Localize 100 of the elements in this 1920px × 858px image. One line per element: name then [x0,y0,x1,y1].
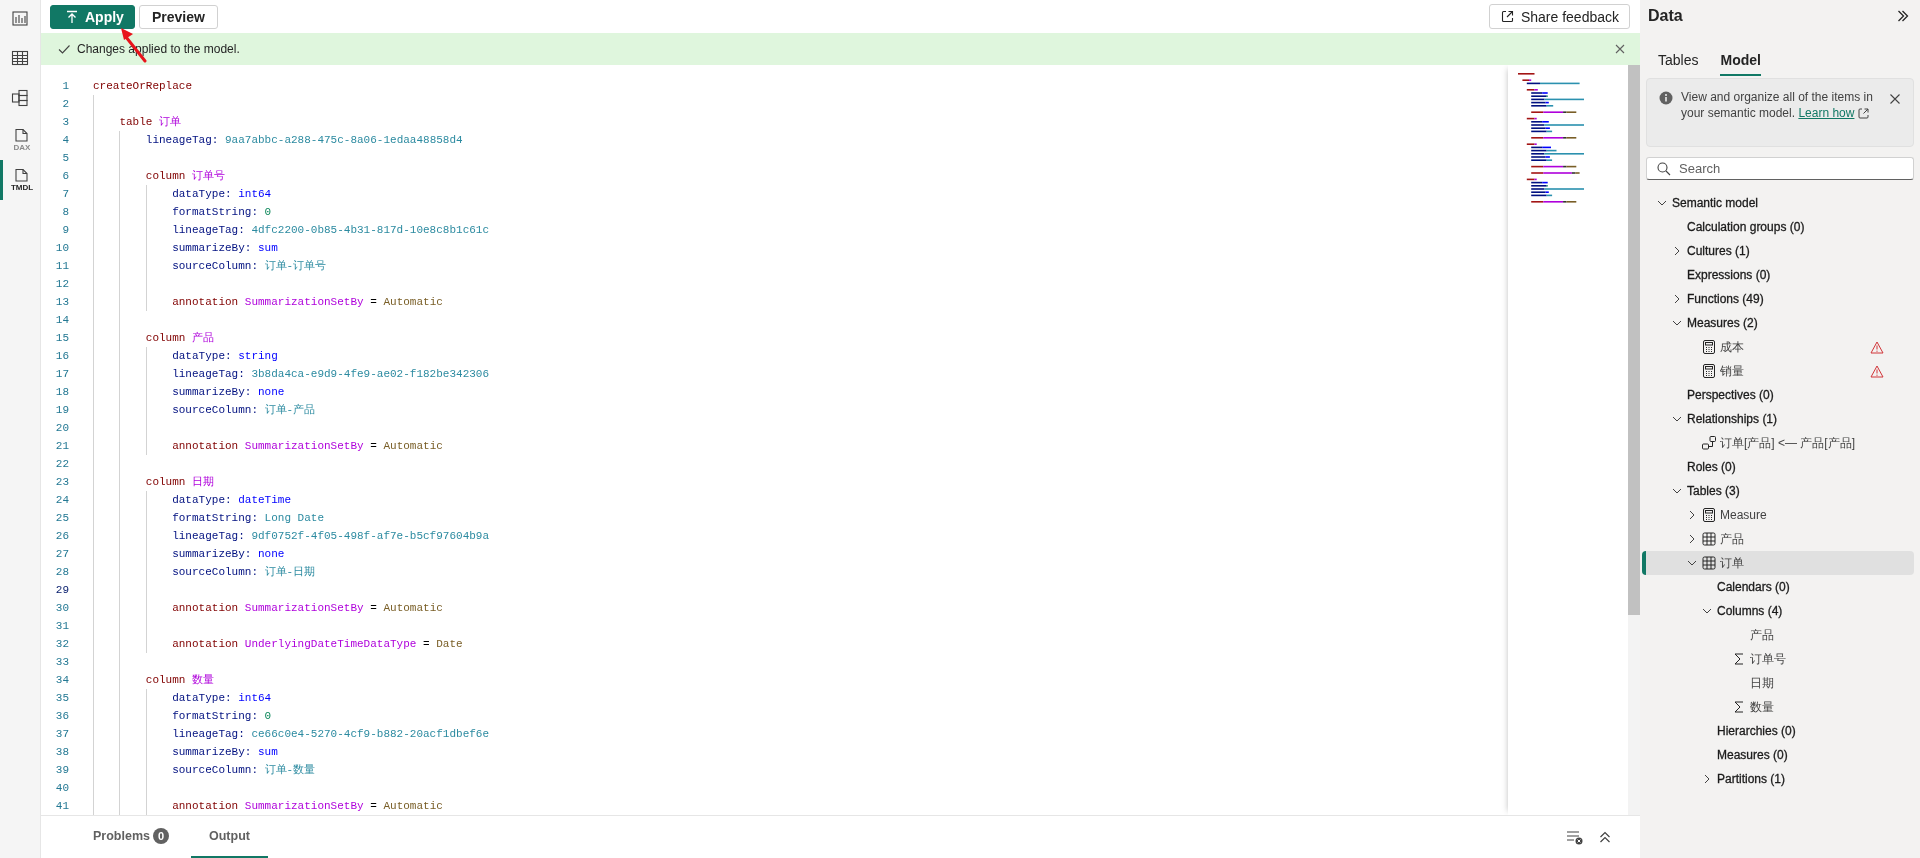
search-field[interactable]: Search [1646,157,1914,180]
line-number: 4 [61,134,69,146]
scrollbar-thumb[interactable] [1628,65,1640,615]
calculator-icon [1702,508,1716,522]
preview-button[interactable]: Preview [138,4,218,29]
code-line: lineageTag: ce66c0e4-5270-4cf9-b882-20acf1dbef6e [172,727,490,741]
code-line: sourceColumn: 订单-订单号 [172,259,327,273]
line-number: 32 [54,638,69,650]
code-line: column 日期 [145,475,214,489]
tree-item[interactable]: 产品 [1642,623,1914,647]
nav-button[interactable]: TMDL [0,160,40,200]
tree-item[interactable]: Roles (0) [1642,455,1914,479]
table-icon [1702,556,1716,570]
line-number: 36 [54,710,69,722]
line-number: 18 [54,386,69,398]
code-line: lineageTag: 9df0752f-4f05-498f-af7e-b5cf97604b9a [172,529,490,543]
tree-item[interactable]: Hierarchies (0) [1642,719,1914,743]
pane-tab[interactable]: Tables [1658,48,1699,76]
double-chevron-icon [1896,9,1910,23]
line-number: 6 [61,170,69,182]
line-number: 31 [54,620,69,632]
line-number: 24 [54,494,69,506]
line-number: 33 [54,656,69,668]
line-number: 26 [54,530,69,542]
tree-item[interactable]: Functions (49) [1642,287,1914,311]
tree-item[interactable]: 订单[产品] <— 产品[产品] [1642,431,1914,455]
sigma-icon [1732,700,1746,714]
relationship-icon [1702,436,1716,450]
checkmark-icon [57,42,71,56]
panel-tab[interactable]: Problems 0 [81,816,181,858]
tree-item[interactable]: 订单 [1642,551,1914,575]
line-number: 19 [54,404,69,416]
line-number: 8 [61,206,69,218]
share-feedback-button[interactable]: Share feedback [1488,4,1630,29]
external-link-icon [1499,9,1515,24]
external-link-icon [1857,106,1871,120]
line-number: 2 [61,98,69,110]
tree-item[interactable]: 数量 [1642,695,1914,719]
line-number: 38 [54,746,69,758]
learn-how-link[interactable]: Learn how [1798,105,1871,121]
tree-item[interactable]: Expressions (0) [1642,263,1914,287]
tree-item[interactable]: 日期 [1642,671,1914,695]
code-line: annotation UnderlyingDateTimeDataType = Date [172,637,463,651]
tree-item[interactable]: Relationships (1) [1642,407,1914,431]
code-line: lineageTag: 3b8da4ca-e9d9-4fe9-ae02-f182be342306 [172,367,490,381]
pane-tab[interactable]: Model [1720,48,1761,76]
line-number: 5 [61,152,69,164]
sigma-icon [1732,652,1746,666]
line-number: 1 [61,80,69,92]
tree-item[interactable]: Perspectives (0) [1642,383,1914,407]
line-number: 10 [54,242,69,254]
tree-item[interactable]: 销量 [1642,359,1914,383]
code-line: column 订单号 [145,169,225,183]
line-number: 28 [54,566,69,578]
line-number: 34 [54,674,69,686]
code-line: sourceColumn: 订单-日期 [172,565,316,579]
chevron-up-icon [1598,830,1612,844]
tree-item[interactable]: 成本 [1642,335,1914,359]
tree-item[interactable]: Measure [1642,503,1914,527]
tree-item[interactable]: Calculation groups (0) [1642,215,1914,239]
line-number: 35 [54,692,69,704]
table-icon [1702,532,1716,546]
line-number: 17 [54,368,69,380]
code-line: summarizeBy: none [172,547,285,561]
code-line: formatString: 0 [172,709,272,723]
calculator-icon [1702,340,1716,354]
tree-item[interactable]: Measures (2) [1642,311,1914,335]
line-number: 27 [54,548,69,560]
code-line: sourceColumn: 订单-数量 [172,763,316,777]
tree-item[interactable]: Columns (4) [1642,599,1914,623]
tree-item[interactable]: Tables (3) [1642,479,1914,503]
tree-item[interactable]: Cultures (1) [1642,239,1914,263]
tree-item[interactable]: Calendars (0) [1642,575,1914,599]
line-number: 16 [54,350,69,362]
line-number: 40 [54,782,69,794]
panel-tab[interactable]: Output [190,816,268,858]
line-number: 9 [61,224,69,236]
tree-item[interactable]: Measures (0) [1642,743,1914,767]
line-number: 25 [54,512,69,524]
code-line: formatString: Long Date [172,511,324,525]
line-number: 13 [54,296,69,308]
line-number: 14 [54,314,69,326]
apply-button[interactable]: Apply [50,4,135,29]
line-number: 15 [54,332,69,344]
tree-item[interactable]: Partitions (1) [1642,767,1914,791]
tree-item[interactable]: 订单号 [1642,647,1914,671]
code-line: table 订单 [119,115,181,129]
line-number: 29 [54,584,69,596]
line-number: 21 [54,440,69,452]
tree-item[interactable]: Semantic model [1642,191,1914,215]
line-number: 12 [54,278,69,290]
info-message: View and organize all of the items in your semantic model. Learn how [1681,89,1874,121]
clear-list-icon [1566,829,1584,845]
code-line: summarizeBy: none [172,385,285,399]
code-line: annotation SummarizationSetBy = Automatic [172,439,443,453]
upload-icon [65,9,79,24]
code-line: annotation SummarizationSetBy = Automatic [172,295,443,309]
line-number: 39 [54,764,69,776]
close-icon [1614,43,1626,55]
tree-item[interactable]: 产品 [1642,527,1914,551]
